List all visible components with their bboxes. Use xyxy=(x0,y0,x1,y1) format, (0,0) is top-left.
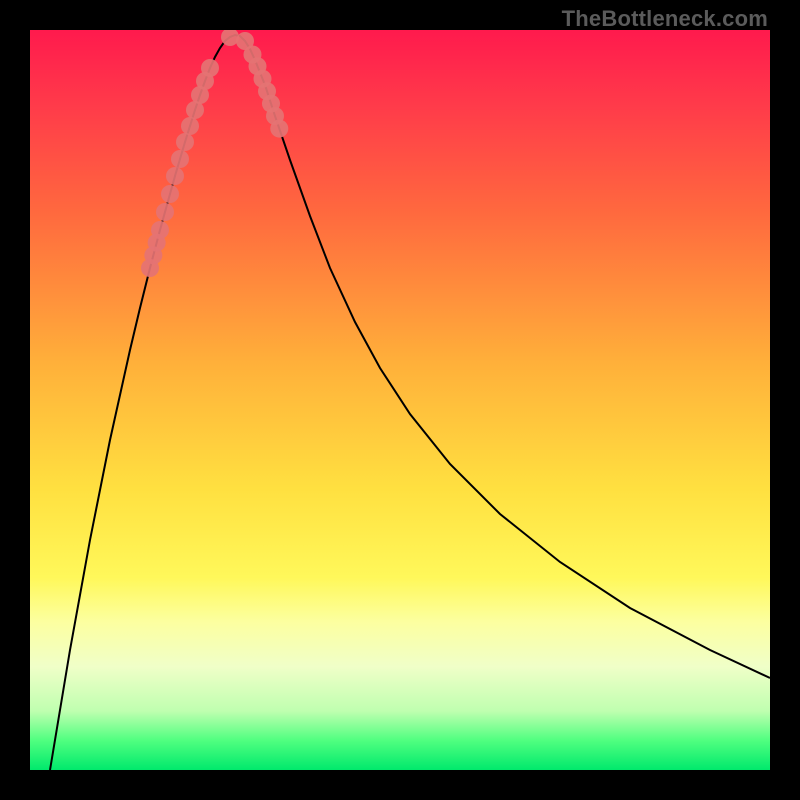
bead-marker xyxy=(156,203,174,221)
chart-svg xyxy=(30,30,770,770)
bead-marker xyxy=(161,185,179,203)
bead-marker xyxy=(151,221,169,239)
attribution-text: TheBottleneck.com xyxy=(562,6,768,32)
bead-marker xyxy=(171,150,189,168)
bead-marker xyxy=(166,167,184,185)
v-curve xyxy=(50,35,770,770)
bead-marker xyxy=(176,133,194,151)
bead-marker xyxy=(181,117,199,135)
bead-markers xyxy=(141,30,288,277)
plot-area xyxy=(30,30,770,770)
bead-marker xyxy=(270,120,288,138)
bead-marker xyxy=(201,59,219,77)
